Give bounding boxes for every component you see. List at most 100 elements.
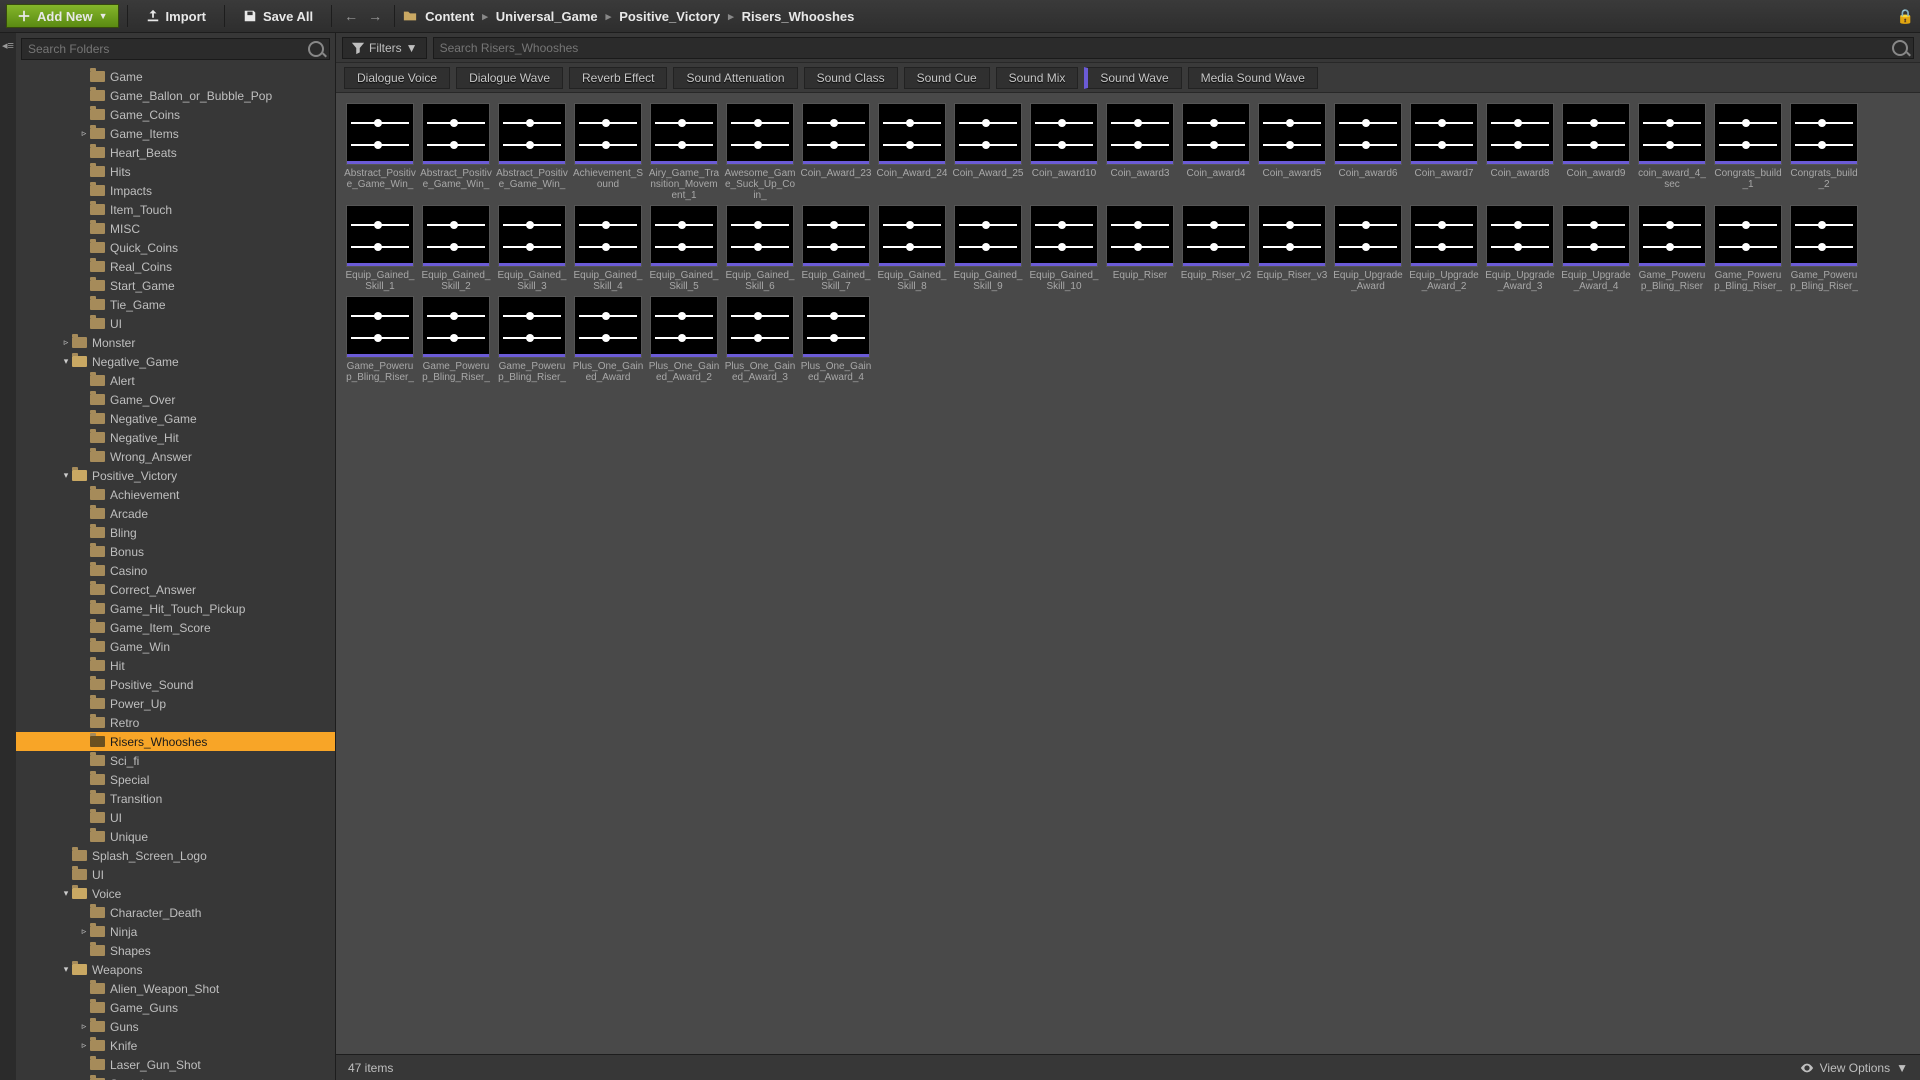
asset-item[interactable]: Game_Powerup_Bling_Riser [1636, 205, 1708, 292]
asset-item[interactable]: Equip_Gained_Skill_1 [344, 205, 416, 292]
asset-item[interactable]: Equip_Upgrade_Award_4 [1560, 205, 1632, 292]
folder-bonus[interactable]: Bonus [16, 542, 335, 561]
asset-item[interactable]: Abstract_Positive_Game_Win_ [344, 103, 416, 201]
folder-hits[interactable]: Hits [16, 162, 335, 181]
folder-real_coins[interactable]: Real_Coins [16, 257, 335, 276]
panel-collapse-button[interactable]: ◂≡ [0, 33, 16, 1080]
asset-item[interactable]: Equip_Gained_Skill_10 [1028, 205, 1100, 292]
asset-item[interactable]: Equip_Gained_Skill_7 [800, 205, 872, 292]
asset-item[interactable]: Plus_One_Gained_Award_4 [800, 296, 872, 383]
type-filter-sound-attenuation[interactable]: Sound Attenuation [673, 67, 797, 89]
asset-item[interactable]: Coin_Award_25 [952, 103, 1024, 201]
folder-unique[interactable]: Unique [16, 827, 335, 846]
asset-item[interactable]: Equip_Upgrade_Award [1332, 205, 1404, 292]
folder-negative_game[interactable]: ▾Negative_Game [16, 352, 335, 371]
breadcrumb-item[interactable]: Risers_Whooshes [742, 9, 855, 24]
import-button[interactable]: Import [136, 4, 216, 28]
folder-splash_screen_logo[interactable]: Splash_Screen_Logo [16, 846, 335, 865]
asset-item[interactable]: Equip_Gained_Skill_9 [952, 205, 1024, 292]
asset-item[interactable]: Equip_Gained_Skill_2 [420, 205, 492, 292]
folder-voice[interactable]: ▾Voice [16, 884, 335, 903]
folder-start_game[interactable]: Start_Game [16, 276, 335, 295]
folder-knife[interactable]: ▹Knife [16, 1036, 335, 1055]
folder-game_win[interactable]: Game_Win [16, 637, 335, 656]
folder-swords[interactable]: ▹Swords [16, 1074, 335, 1080]
expand-icon[interactable]: ▹ [78, 926, 90, 937]
search-assets-input[interactable] [433, 37, 1914, 59]
asset-item[interactable]: Coin_Award_24 [876, 103, 948, 201]
save-all-button[interactable]: Save All [233, 4, 323, 28]
asset-item[interactable]: Equip_Riser_v3 [1256, 205, 1328, 292]
folder-monster[interactable]: ▹Monster [16, 333, 335, 352]
folder-retro[interactable]: Retro [16, 713, 335, 732]
folder-game[interactable]: Game [16, 67, 335, 86]
folder-item_touch[interactable]: Item_Touch [16, 200, 335, 219]
asset-item[interactable]: Game_Powerup_Bling_Riser_ [1712, 205, 1784, 292]
asset-item[interactable]: Game_Powerup_Bling_Riser_ [496, 296, 568, 383]
type-filter-dialogue-wave[interactable]: Dialogue Wave [456, 67, 563, 89]
folder-achievement[interactable]: Achievement [16, 485, 335, 504]
folder-game_item_score[interactable]: Game_Item_Score [16, 618, 335, 637]
folder-hit[interactable]: Hit [16, 656, 335, 675]
asset-item[interactable]: Achievement_Sound [572, 103, 644, 201]
folder-impacts[interactable]: Impacts [16, 181, 335, 200]
asset-item[interactable]: Coin_award8 [1484, 103, 1556, 201]
asset-item[interactable]: Abstract_Positive_Game_Win_ [420, 103, 492, 201]
folder-tie_game[interactable]: Tie_Game [16, 295, 335, 314]
asset-item[interactable]: Congrats_build_2 [1788, 103, 1860, 201]
folder-game_over[interactable]: Game_Over [16, 390, 335, 409]
type-filter-sound-wave[interactable]: Sound Wave [1084, 67, 1181, 89]
asset-item[interactable]: Coin_Award_23 [800, 103, 872, 201]
type-filter-sound-class[interactable]: Sound Class [804, 67, 898, 89]
folder-misc[interactable]: MISC [16, 219, 335, 238]
folder-game_coins[interactable]: Game_Coins [16, 105, 335, 124]
asset-item[interactable]: Equip_Gained_Skill_6 [724, 205, 796, 292]
asset-item[interactable]: Coin_award4 [1180, 103, 1252, 201]
forward-button[interactable]: → [364, 5, 386, 27]
type-filter-sound-mix[interactable]: Sound Mix [996, 67, 1079, 89]
asset-item[interactable]: Abstract_Positive_Game_Win_ [496, 103, 568, 201]
asset-item[interactable]: Plus_One_Gained_Award_3 [724, 296, 796, 383]
expand-icon[interactable]: ▹ [60, 337, 72, 348]
breadcrumb-item[interactable]: Universal_Game [496, 9, 598, 24]
folder-sci_fi[interactable]: Sci_fi [16, 751, 335, 770]
folder-guns[interactable]: ▹Guns [16, 1017, 335, 1036]
view-options-button[interactable]: View Options ▼ [1800, 1061, 1908, 1075]
folder-special[interactable]: Special [16, 770, 335, 789]
asset-item[interactable]: Plus_One_Gained_Award [572, 296, 644, 383]
folder-alien_weapon_shot[interactable]: Alien_Weapon_Shot [16, 979, 335, 998]
asset-item[interactable]: Equip_Riser [1104, 205, 1176, 292]
folder-game_hit_touch_pickup[interactable]: Game_Hit_Touch_Pickup [16, 599, 335, 618]
folder-game_guns[interactable]: Game_Guns [16, 998, 335, 1017]
expand-icon[interactable]: ▾ [60, 964, 72, 975]
folder-ui[interactable]: UI [16, 314, 335, 333]
folder-laser_gun_shot[interactable]: Laser_Gun_Shot [16, 1055, 335, 1074]
type-filter-media-sound-wave[interactable]: Media Sound Wave [1188, 67, 1318, 89]
folder-bling[interactable]: Bling [16, 523, 335, 542]
expand-icon[interactable]: ▾ [60, 356, 72, 367]
folder-risers_whooshes[interactable]: Risers_Whooshes [16, 732, 335, 751]
folder-alert[interactable]: Alert [16, 371, 335, 390]
folder-ui[interactable]: UI [16, 865, 335, 884]
asset-item[interactable]: Coin_award6 [1332, 103, 1404, 201]
asset-item[interactable]: Game_Powerup_Bling_Riser_ [344, 296, 416, 383]
asset-item[interactable]: Coin_award5 [1256, 103, 1328, 201]
folder-negative_hit[interactable]: Negative_Hit [16, 428, 335, 447]
asset-item[interactable]: coin_award_4_sec [1636, 103, 1708, 201]
filters-button[interactable]: Filters ▼ [342, 37, 427, 59]
type-filter-reverb-effect[interactable]: Reverb Effect [569, 67, 667, 89]
breadcrumb-item[interactable]: Content [425, 9, 474, 24]
expand-icon[interactable]: ▹ [78, 1021, 90, 1032]
folder-casino[interactable]: Casino [16, 561, 335, 580]
folder-quick_coins[interactable]: Quick_Coins [16, 238, 335, 257]
asset-item[interactable]: Game_Powerup_Bling_Riser_ [1788, 205, 1860, 292]
asset-item[interactable]: Awesome_Game_Suck_Up_Coin_ [724, 103, 796, 201]
folder-game_ballon_or_bubble_pop[interactable]: Game_Ballon_or_Bubble_Pop [16, 86, 335, 105]
type-filter-dialogue-voice[interactable]: Dialogue Voice [344, 67, 450, 89]
expand-icon[interactable]: ▾ [60, 470, 72, 481]
asset-item[interactable]: Congrats_build_1 [1712, 103, 1784, 201]
asset-item[interactable]: Plus_One_Gained_Award_2 [648, 296, 720, 383]
folder-correct_answer[interactable]: Correct_Answer [16, 580, 335, 599]
asset-item[interactable]: Coin_award3 [1104, 103, 1176, 201]
lock-icon[interactable]: 🔒 [1897, 8, 1914, 25]
